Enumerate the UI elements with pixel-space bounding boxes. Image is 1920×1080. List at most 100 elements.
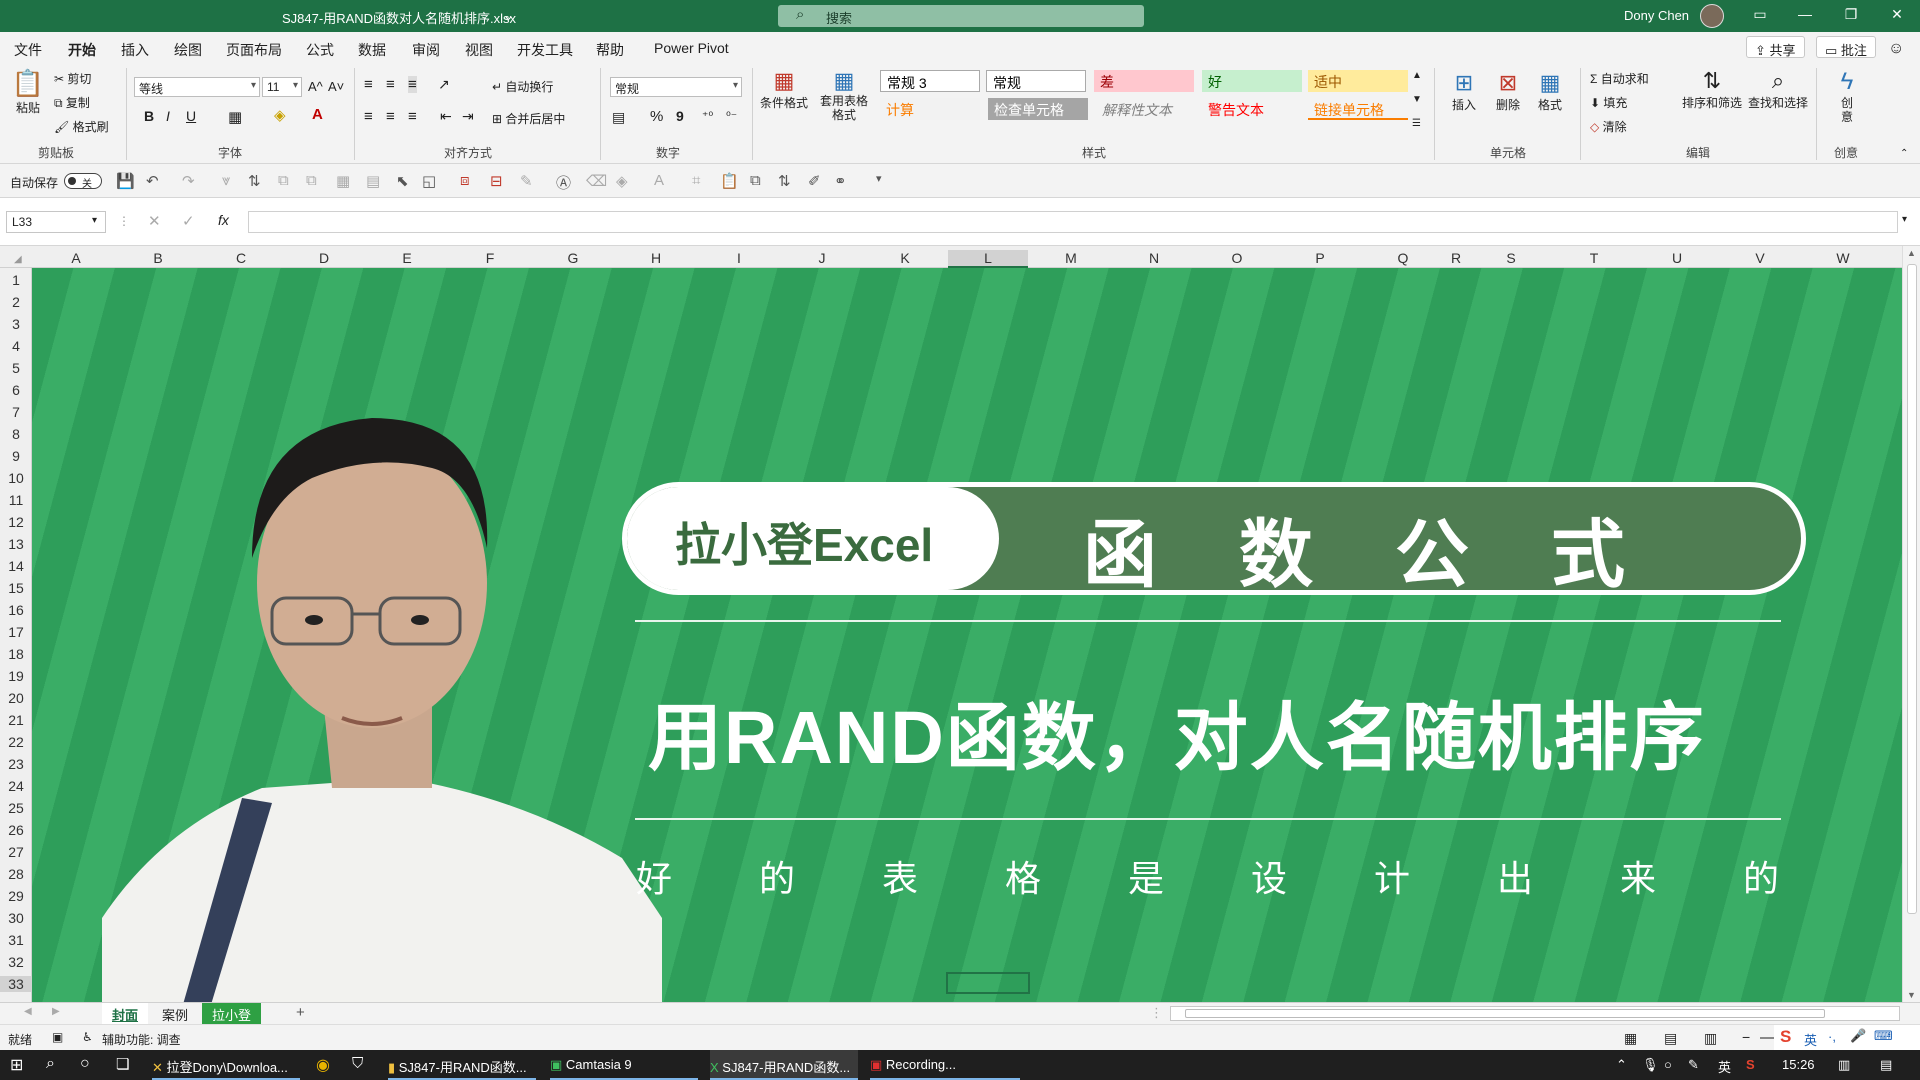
find-select-button[interactable]: ⌕ 查找和选择	[1748, 68, 1808, 111]
number-format-select[interactable]: 常规	[610, 77, 742, 97]
sheet-tab-cover[interactable]: 封面	[102, 1003, 149, 1024]
pen-tray-icon[interactable]: ✎	[1688, 1057, 1699, 1073]
cell-style-option[interactable]: 差	[1094, 70, 1194, 92]
decrease-indent-icon[interactable]: ⇤	[440, 108, 452, 125]
textbox-icon[interactable]: Ⓐ	[556, 172, 571, 193]
delete-rows-icon[interactable]: ⊟	[490, 172, 503, 190]
row-header-2[interactable]: 2	[0, 294, 32, 310]
task-view-icon[interactable]: ❏	[116, 1055, 129, 1073]
name-box[interactable]: L33	[6, 211, 106, 233]
row-header-24[interactable]: 24	[0, 778, 32, 794]
row-header-33[interactable]: 33	[0, 976, 32, 992]
feedback-icon[interactable]: ☺	[1888, 40, 1904, 58]
redo-icon[interactable]: ↷	[182, 172, 195, 190]
taskbar-app-excel[interactable]: X SJ847-用RAND函数...	[710, 1050, 858, 1080]
column-header-m[interactable]: M	[1051, 250, 1091, 266]
select-all-icon[interactable]: ◢	[14, 254, 22, 265]
row-header-11[interactable]: 11	[0, 492, 32, 508]
align-center-icon[interactable]: ≡	[386, 108, 395, 125]
clock[interactable]: 15:26	[1782, 1057, 1815, 1072]
tab-help[interactable]: 帮助	[596, 40, 624, 60]
align-right-icon[interactable]: ≡	[408, 108, 417, 125]
clear-button[interactable]: ◇ 清除	[1590, 118, 1627, 135]
tab-data[interactable]: 数据	[358, 40, 386, 60]
formula-input[interactable]	[248, 211, 1898, 233]
shapes-icon[interactable]: ◱	[422, 172, 436, 190]
row-header-3[interactable]: 3	[0, 316, 32, 332]
font-name-select[interactable]: 等线	[134, 77, 260, 97]
column-header-e[interactable]: E	[387, 250, 427, 266]
scroll-thumb[interactable]	[1907, 264, 1917, 914]
taskbar-app-explorer[interactable]: ✕ 拉登Dony\Downloa...	[152, 1050, 300, 1080]
copy-format-icon[interactable]: ⧉	[750, 172, 761, 189]
tab-developer[interactable]: 开发工具	[517, 40, 573, 60]
row-header-18[interactable]: 18	[0, 646, 32, 662]
cell-style-option[interactable]: 常规 3	[880, 70, 980, 92]
fill-button[interactable]: ⬇ 填充	[1590, 94, 1627, 111]
tab-insert[interactable]: 插入	[121, 40, 149, 60]
split-handle[interactable]: ⋮	[1150, 1005, 1163, 1021]
row-header-29[interactable]: 29	[0, 888, 32, 904]
page-layout-view-icon[interactable]: ▤	[1664, 1030, 1677, 1047]
column-header-n[interactable]: N	[1134, 250, 1174, 266]
filter-icon[interactable]: ⩔	[222, 172, 230, 189]
close-icon[interactable]: ✕	[1882, 6, 1912, 23]
gallery-up-icon[interactable]: ▲	[1412, 70, 1422, 81]
row-header-25[interactable]: 25	[0, 800, 32, 816]
percent-button[interactable]: %	[650, 108, 663, 125]
sort-az-icon[interactable]: ⇅	[778, 172, 791, 190]
tab-view[interactable]: 视图	[465, 40, 493, 60]
wrap-text-button[interactable]: ↵ 自动换行	[492, 78, 553, 95]
row-header-9[interactable]: 9	[0, 448, 32, 464]
borders-icon[interactable]: ▦	[228, 108, 242, 126]
comma-button[interactable]: 9	[676, 108, 684, 124]
accounting-icon[interactable]: ▤	[612, 109, 625, 126]
enter-icon[interactable]: ✓	[182, 212, 195, 230]
row-header-6[interactable]: 6	[0, 382, 32, 398]
taskbar-app-file[interactable]: ▮ SJ847-用RAND函数...	[388, 1050, 536, 1080]
cancel-icon[interactable]: ✕	[148, 212, 161, 230]
ime-toolbar[interactable]: S 英 ·, 🎤 ⌨	[1774, 1025, 1920, 1051]
vertical-scrollbar[interactable]: ▲ ▼	[1902, 246, 1920, 1002]
search-taskbar-icon[interactable]: ⌕	[46, 1055, 55, 1073]
increase-decimal-icon[interactable]: ⁺⁰	[702, 109, 713, 123]
align-bottom-icon[interactable]: ≡	[408, 76, 417, 93]
accessibility-status[interactable]: 辅助功能: 调查	[102, 1031, 181, 1048]
paste-values-icon[interactable]: 📋	[720, 172, 739, 190]
column-header-p[interactable]: P	[1300, 250, 1340, 266]
table-icon[interactable]: ▤	[366, 172, 380, 190]
edit-icon[interactable]: ✎	[520, 172, 533, 190]
column-header-o[interactable]: O	[1217, 250, 1257, 266]
row-header-7[interactable]: 7	[0, 404, 32, 420]
column-header-i[interactable]: I	[719, 250, 759, 266]
prev-sheet-icon[interactable]: ◀	[24, 1006, 32, 1017]
format-cells-button[interactable]: ▦ 格式	[1532, 70, 1568, 113]
column-header-a[interactable]: A	[56, 250, 96, 266]
microphone-icon[interactable]: 🎤	[1850, 1028, 1866, 1044]
column-header-h[interactable]: H	[636, 250, 676, 266]
column-header-c[interactable]: C	[221, 250, 261, 266]
delete-cells-button[interactable]: ⊠ 删除	[1490, 70, 1526, 113]
tab-page-layout[interactable]: 页面布局	[226, 40, 282, 60]
bring-forward-icon[interactable]: ⧈	[460, 172, 470, 189]
row-header-1[interactable]: 1	[0, 272, 32, 288]
cell-style-option[interactable]: 检查单元格	[988, 98, 1088, 120]
accessibility-icon[interactable]: ♿	[82, 1030, 93, 1044]
font-color-qat-icon[interactable]: A	[654, 172, 664, 189]
fill-color-icon[interactable]: ◈	[274, 106, 286, 124]
autosave-toggle[interactable]: 关	[64, 173, 102, 190]
h-scroll-thumb[interactable]	[1185, 1009, 1825, 1018]
macro-record-icon[interactable]: ▣	[52, 1030, 63, 1044]
row-header-16[interactable]: 16	[0, 602, 32, 618]
row-header-14[interactable]: 14	[0, 558, 32, 574]
orientation-icon[interactable]: ↗	[438, 76, 450, 93]
ribbon-display-icon[interactable]: ▭	[1745, 6, 1775, 23]
network-icon[interactable]: ▥	[1838, 1057, 1850, 1073]
font-color-icon[interactable]: A	[312, 106, 323, 123]
scroll-down-icon[interactable]: ▼	[1907, 990, 1916, 1000]
expand-formula-icon[interactable]: ▾	[1902, 214, 1907, 225]
punctuation-icon[interactable]: ·,	[1828, 1029, 1836, 1044]
bold-button[interactable]: B	[144, 108, 154, 124]
sogou-tray-icon[interactable]: S	[1746, 1057, 1755, 1072]
taskbar-app-camtasia[interactable]: ▣ Camtasia 9	[550, 1050, 698, 1080]
